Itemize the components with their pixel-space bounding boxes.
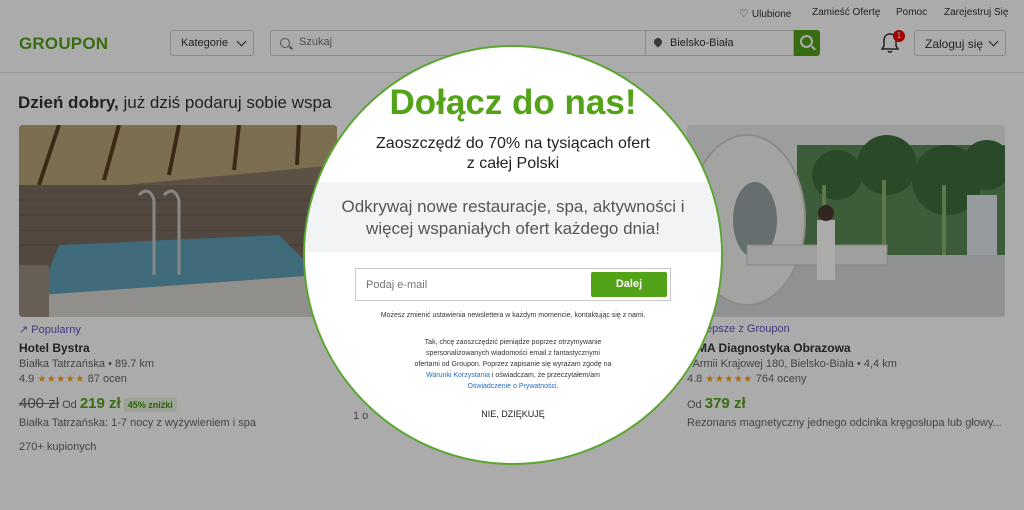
consent-end: . (556, 383, 559, 390)
modal-subtitle-line-2: z całej Polski (466, 155, 560, 172)
band-line-2: więcej wspaniałych ofert każdego dnia! (366, 219, 660, 238)
decline-button[interactable]: NIE, DZIĘKUJĘ (305, 409, 721, 419)
privacy-link[interactable]: Oświadczenie o Prywatności (467, 383, 556, 390)
consent-line-1: Tak, chcę zaoszczędzić pieniądze poprzez… (424, 339, 602, 346)
email-field[interactable] (364, 278, 588, 292)
email-form: Dalej (355, 268, 671, 301)
consent-line-4-text: i oświadczam, że przeczytałem/am (489, 372, 601, 379)
submit-button[interactable]: Dalej (591, 272, 667, 297)
consent-line-4: Warunki Korzystania i oświadczam, że prz… (305, 372, 721, 379)
consent-line-2: spersonalizowanych wiadomości email z fa… (426, 350, 600, 357)
consent-line-3: ofertami od Groupon. Poprzez zapisanie s… (414, 361, 612, 368)
terms-link[interactable]: Warunki Korzystania (426, 372, 490, 379)
signup-modal: Dołącz do nas! Zaoszczędź do 70% na tysi… (303, 45, 723, 465)
band-line-1: Odkrywaj nowe restauracje, spa, aktywnoś… (341, 197, 685, 216)
consent-line-5: Oświadczenie o Prywatności. (305, 383, 721, 390)
modal-info-band: Odkrywaj nowe restauracje, spa, aktywnoś… (305, 182, 721, 252)
modal-title: Dołącz do nas! (389, 83, 637, 122)
modal-subtitle-line-1: Zaoszczędź do 70% na tysiącach ofert (376, 135, 650, 152)
unsubscribe-note: Możesz zmienić ustawienia newslettera w … (380, 312, 646, 319)
